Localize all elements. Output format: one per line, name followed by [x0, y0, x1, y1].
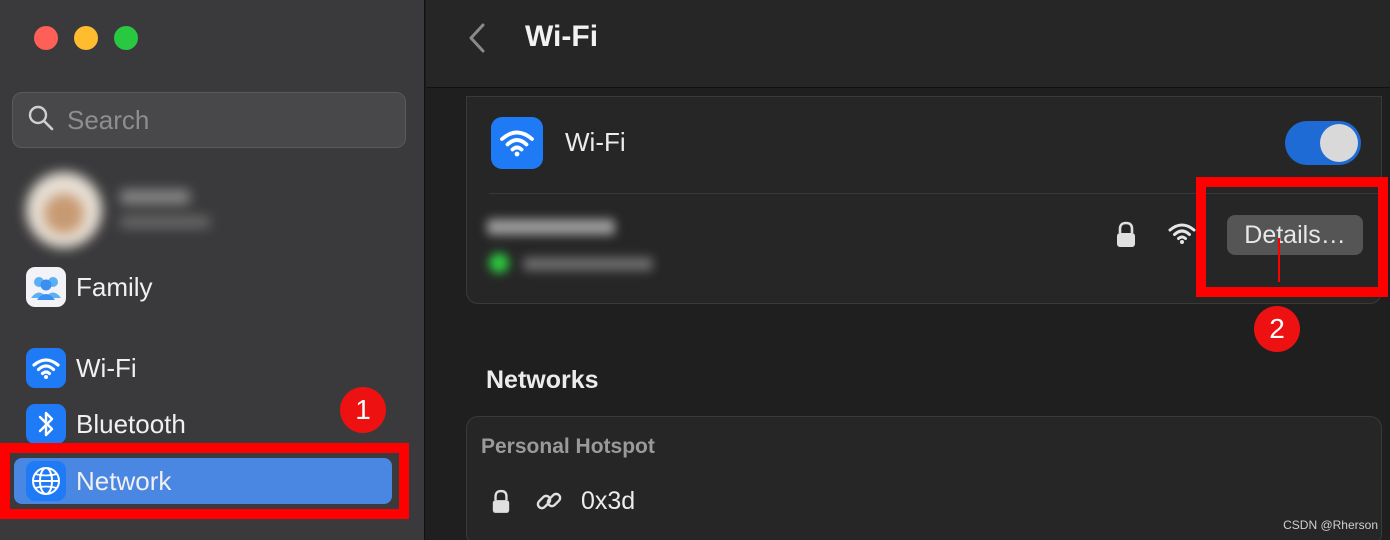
- wifi-signal-icon: [1167, 221, 1197, 250]
- wifi-label: Wi-Fi: [565, 127, 626, 157]
- page-title: Wi-Fi: [525, 20, 599, 53]
- annotation-badge-2: 2: [1254, 306, 1300, 352]
- toggle-knob: [1320, 124, 1358, 162]
- annotation-badge-1: 1: [340, 387, 386, 433]
- sidebar-item-bluetooth[interactable]: Bluetooth: [14, 401, 392, 447]
- networks-section-title: Networks: [486, 366, 599, 394]
- watermark: CSDN @Rherson: [1283, 518, 1378, 532]
- hotspot-network-name[interactable]: 0x3d: [581, 487, 635, 516]
- account-subtitle-blurred: [120, 216, 210, 228]
- search-input[interactable]: [67, 104, 387, 136]
- titlebar: Wi-Fi: [426, 0, 1390, 88]
- sidebar-item-label: Wi-Fi: [76, 352, 137, 383]
- apple-account-profile[interactable]: [24, 170, 324, 250]
- networks-card: Personal Hotspot 0x3d: [466, 416, 1382, 540]
- connected-status-dot: [489, 253, 509, 273]
- search-field[interactable]: [12, 92, 406, 148]
- annotation-pointer-line: [1278, 238, 1280, 282]
- network-name-blurred: [487, 219, 615, 235]
- wifi-icon: [491, 117, 543, 169]
- back-chevron-icon[interactable]: [462, 18, 492, 58]
- close-window-button[interactable]: [34, 26, 58, 50]
- bluetooth-icon: [26, 404, 66, 444]
- sidebar-item-label: Bluetooth: [76, 408, 186, 439]
- connected-status-blurred: [523, 257, 653, 271]
- current-network-blurred: [487, 217, 687, 277]
- annotation-highlight-details: [1196, 177, 1388, 297]
- avatar: [26, 172, 102, 248]
- annotation-highlight-network: [0, 443, 409, 519]
- lock-icon: [1115, 221, 1137, 254]
- personal-hotspot-label: Personal Hotspot: [481, 435, 655, 458]
- account-name-blurred: [120, 190, 190, 204]
- minimize-window-button[interactable]: [74, 26, 98, 50]
- sidebar-item-family[interactable]: Family: [14, 264, 392, 310]
- family-icon: [26, 267, 66, 307]
- sidebar-item-wifi[interactable]: Wi-Fi: [14, 345, 392, 391]
- sidebar-item-label: Family: [76, 271, 153, 302]
- lock-icon: [491, 489, 511, 520]
- link-icon: [535, 487, 563, 520]
- wifi-toggle[interactable]: [1285, 121, 1361, 165]
- wifi-icon: [26, 348, 66, 388]
- search-icon: [27, 104, 55, 137]
- zoom-window-button[interactable]: [114, 26, 138, 50]
